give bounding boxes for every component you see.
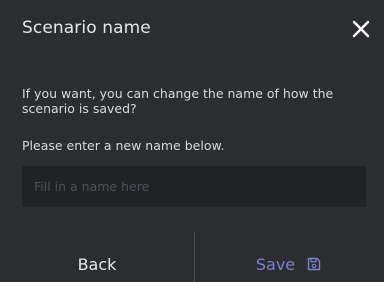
back-button[interactable]: Back <box>0 232 194 282</box>
dialog-header: Scenario name <box>22 17 372 43</box>
dialog-footer: Back Save <box>0 232 384 282</box>
name-input[interactable] <box>22 166 366 207</box>
scenario-name-dialog: Scenario name If you want, you can chang… <box>0 0 384 282</box>
close-icon <box>352 20 370 38</box>
floppy-disk-icon <box>307 257 321 271</box>
close-button[interactable] <box>352 20 370 38</box>
save-button-label: Save <box>255 254 296 274</box>
dialog-title: Scenario name <box>22 18 151 38</box>
dialog-description: If you want, you can change the name of … <box>22 86 334 116</box>
name-input-container <box>22 166 366 207</box>
back-button-label: Back <box>77 254 117 274</box>
save-button[interactable]: Save <box>195 232 384 282</box>
dialog-instruction: Please enter a new name below. <box>22 138 225 153</box>
